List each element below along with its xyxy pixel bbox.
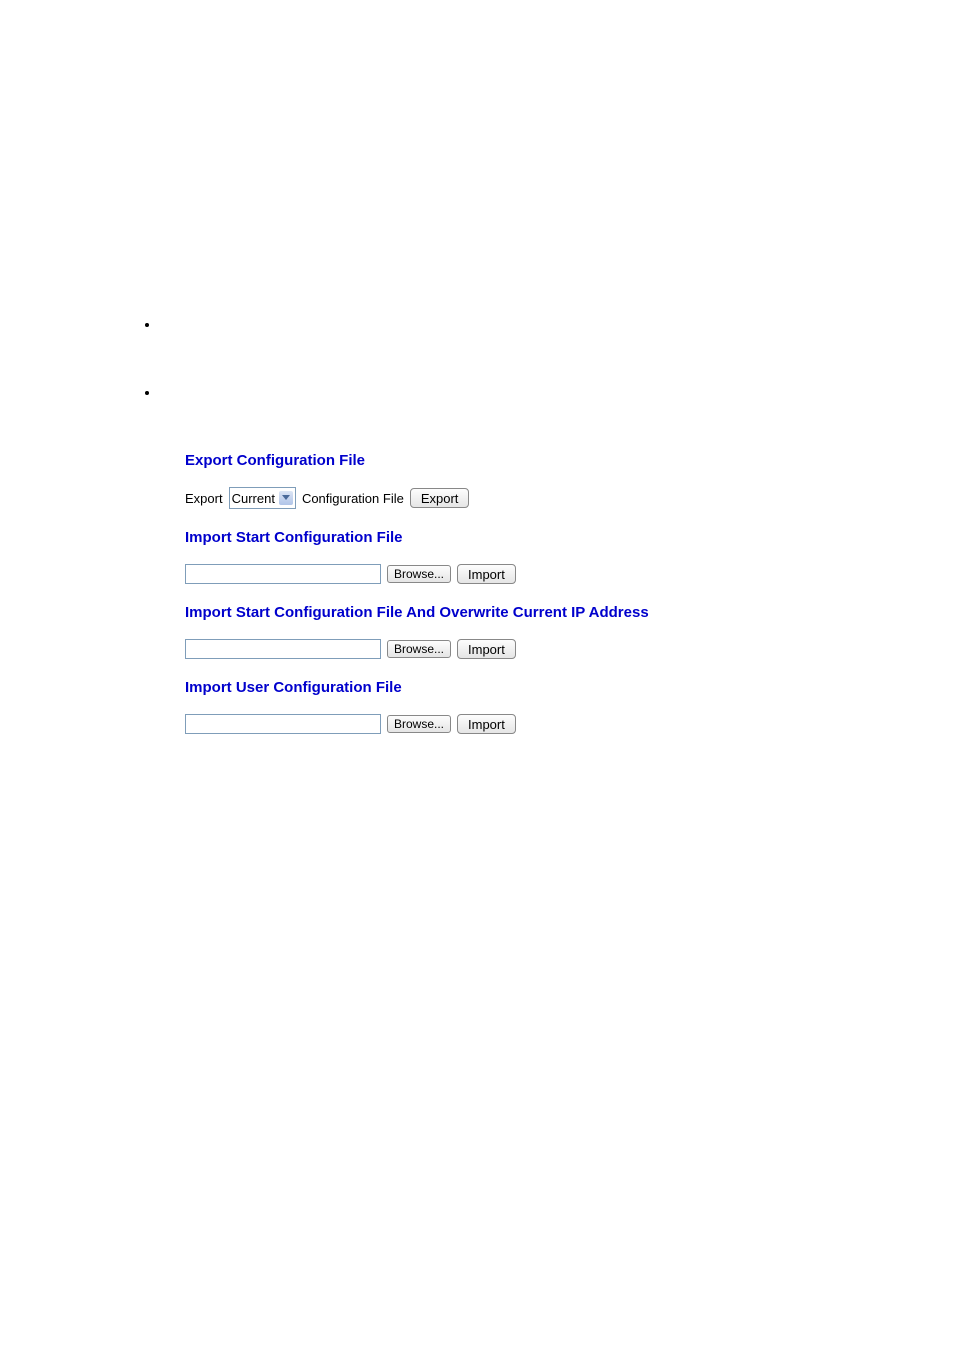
- export-prefix-label: Export: [185, 491, 223, 506]
- import-user-browse-button[interactable]: Browse...: [387, 715, 451, 733]
- bullet-item: [160, 384, 954, 402]
- import-start-heading: Import Start Configuration File: [185, 529, 954, 546]
- import-start-browse-button[interactable]: Browse...: [387, 565, 451, 583]
- select-value: Current: [232, 491, 275, 506]
- bullet-item: [160, 316, 954, 334]
- import-user-file-input[interactable]: [185, 714, 381, 734]
- import-overwrite-browse-button[interactable]: Browse...: [387, 640, 451, 658]
- import-start-section: Import Start Configuration File Browse..…: [185, 529, 954, 584]
- import-user-section: Import User Configuration File Browse...…: [185, 679, 954, 734]
- import-start-file-input[interactable]: [185, 564, 381, 584]
- export-type-select[interactable]: Current: [229, 487, 296, 509]
- export-section: Export Configuration File Export Current…: [185, 452, 954, 509]
- chevron-down-icon: [279, 491, 293, 505]
- import-start-import-button[interactable]: Import: [457, 564, 516, 584]
- export-heading: Export Configuration File: [185, 452, 954, 469]
- import-user-import-button[interactable]: Import: [457, 714, 516, 734]
- import-overwrite-file-input[interactable]: [185, 639, 381, 659]
- import-overwrite-section: Import Start Configuration File And Over…: [185, 604, 954, 659]
- import-overwrite-heading: Import Start Configuration File And Over…: [185, 604, 954, 621]
- import-user-heading: Import User Configuration File: [185, 679, 954, 696]
- export-button[interactable]: Export: [410, 488, 470, 508]
- import-overwrite-import-button[interactable]: Import: [457, 639, 516, 659]
- export-suffix-label: Configuration File: [302, 491, 404, 506]
- bullet-list: [140, 316, 954, 402]
